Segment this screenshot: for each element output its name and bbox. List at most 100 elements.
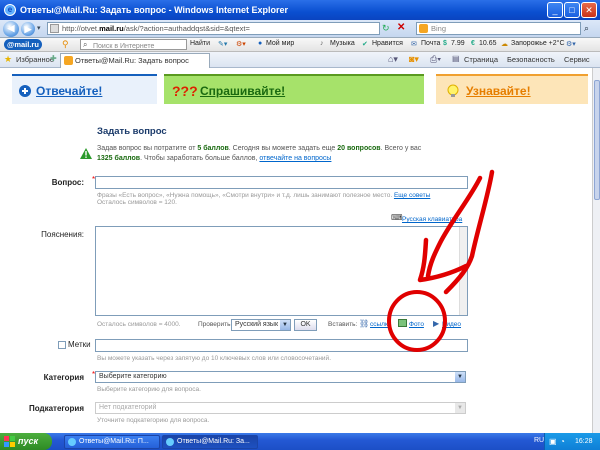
- stop-icon[interactable]: ✕: [397, 22, 409, 34]
- category-label-text: Категория: [43, 373, 84, 382]
- mail-icon: ✉: [411, 41, 417, 48]
- category-select[interactable]: Выберите категорию ▼: [95, 371, 466, 383]
- taskbar-item-2[interactable]: Ответы@Mail.Ru: За...: [162, 435, 258, 449]
- print-icon[interactable]: ⎙▾: [430, 54, 441, 65]
- mail-link[interactable]: Почта: [421, 40, 440, 47]
- check-label: Проверить:: [198, 321, 233, 328]
- learn-banner[interactable]: Узнавайте!: [436, 74, 588, 104]
- tags-checkbox[interactable]: [58, 341, 66, 349]
- tab-current[interactable]: Ответы@Mail.Ru: Задать вопрос: [60, 53, 210, 68]
- tags-hint: Вы можете указать через запятую до 10 кл…: [97, 355, 331, 362]
- euro-icon: €: [471, 40, 475, 47]
- taskbar-item-1[interactable]: Ответы@Mail.Ru: П...: [64, 435, 160, 449]
- subcategory-label-text: Подкатегория: [28, 404, 84, 413]
- answer-icon: [19, 85, 31, 97]
- language-select[interactable]: Русский язык ▼: [231, 319, 291, 331]
- subcategory-value: Нет подкатегорий: [99, 404, 157, 411]
- info-text-4: . Чтобы заработать больше баллов,: [140, 155, 260, 162]
- start-label: пуск: [18, 436, 39, 446]
- usd-rate[interactable]: 7.99: [451, 40, 465, 47]
- favorites-star-icon[interactable]: ★: [4, 54, 12, 65]
- info-warning-icon: [80, 148, 92, 159]
- page-menu-icon: ▤: [452, 54, 460, 63]
- system-tray: ▣ ◔ 16:28: [544, 433, 600, 450]
- info-points: 5 баллов: [197, 145, 229, 152]
- home-icon[interactable]: ⌂▾: [388, 54, 398, 65]
- chevron-down-icon: ▼: [455, 403, 465, 413]
- explain-label: Пояснения:: [20, 230, 84, 239]
- search-placeholder: Bing: [431, 24, 447, 33]
- settings-icon[interactable]: ⚙▾: [566, 40, 576, 48]
- favorites-button[interactable]: Избранное: [16, 55, 54, 64]
- page-menu[interactable]: Страница: [464, 55, 498, 64]
- category-hint: Выберите категорию для вопроса.: [97, 386, 201, 393]
- info-total-points: 1325 баллов: [97, 155, 141, 162]
- url-prefix: http://otvet.: [62, 24, 100, 33]
- subcategory-label: Подкатегория: [10, 404, 84, 413]
- feeds-icon[interactable]: ◙▾: [409, 54, 419, 65]
- ie-logo-icon: e: [4, 4, 16, 16]
- answer-questions-link[interactable]: отвечайте на вопросы: [259, 155, 331, 162]
- taskbar-item-1-label: Ответы@Mail.Ru: П...: [79, 438, 149, 445]
- ie-icon: [68, 438, 76, 446]
- history-dropdown-icon[interactable]: ▾: [37, 24, 41, 32]
- web-search-placeholder: Поиск в Интернете: [93, 43, 155, 50]
- tray-network-icon[interactable]: ▣: [549, 433, 557, 450]
- service-menu[interactable]: Сервис: [564, 55, 590, 64]
- search-input[interactable]: Bing: [416, 22, 581, 35]
- highlight-icon[interactable]: ✎▾: [218, 40, 227, 48]
- forward-icon[interactable]: ▶: [21, 22, 35, 36]
- safety-menu[interactable]: Безопасность: [507, 55, 555, 64]
- info-questions: 20 вопросов: [337, 145, 381, 152]
- language-indicator[interactable]: RU: [534, 437, 544, 444]
- weather-link[interactable]: Запорожье +2°C: [511, 40, 565, 47]
- web-search-input[interactable]: ⌕ Поиск в Интернете: [80, 39, 187, 50]
- dollar-icon: $: [443, 40, 447, 47]
- favorites-bar: ★ Избранное ✚ Ответы@Mail.Ru: Задать воп…: [0, 52, 600, 68]
- add-favorite-icon[interactable]: ✚: [50, 54, 57, 63]
- tray-volume-icon[interactable]: ◔: [560, 433, 565, 450]
- tab-title: Ответы@Mail.Ru: Задать вопрос: [75, 56, 189, 65]
- site-favicon-icon: [64, 56, 73, 65]
- web-page: Отвечайте! ??? Спрашивайте! Узнавайте! З…: [0, 68, 592, 433]
- chevron-down-icon: ▼: [455, 372, 465, 382]
- refresh-icon[interactable]: ↻: [382, 23, 392, 34]
- find-button[interactable]: Найти: [190, 40, 210, 47]
- answer-banner-label: Отвечайте!: [36, 84, 103, 98]
- tags-label: Метки: [68, 340, 91, 349]
- my-world-link[interactable]: Мой мир: [266, 40, 294, 47]
- back-icon[interactable]: ◀: [3, 21, 19, 37]
- music-icon: ♪: [320, 40, 324, 47]
- my-world-icon: ●: [258, 40, 263, 47]
- likes-link[interactable]: Нравится: [372, 40, 403, 47]
- window-title: Ответы@Mail.Ru: Задать вопрос - Windows …: [20, 5, 289, 15]
- category-value: Выберите категорию: [99, 373, 167, 380]
- search-go-icon[interactable]: ⌕: [584, 23, 589, 34]
- windows-flag-icon: [4, 436, 15, 447]
- scrollbar-thumb[interactable]: [594, 80, 600, 200]
- tools-icon[interactable]: ⚙▾: [236, 40, 246, 48]
- close-button[interactable]: ✕: [581, 2, 597, 18]
- minimize-button[interactable]: _: [547, 2, 563, 18]
- start-button[interactable]: пуск: [0, 433, 52, 450]
- search-provider-icon[interactable]: ⚲: [62, 39, 69, 50]
- page-scrollbar[interactable]: [592, 68, 600, 433]
- eur-rate[interactable]: 10.65: [479, 40, 497, 47]
- lightbulb-icon: [447, 84, 459, 97]
- question-remaining: Осталось символов = 120.: [97, 199, 177, 206]
- address-input[interactable]: http://otvet.mail.ru/ask/?action=authadd…: [47, 22, 380, 35]
- ie-icon: [166, 438, 174, 446]
- music-link[interactable]: Музыка: [330, 40, 355, 47]
- clock[interactable]: 16:28: [575, 433, 593, 450]
- address-toolbar: ◀ ▶ ▾ http://otvet.mail.ru/ask/?action=a…: [0, 20, 600, 38]
- answer-banner[interactable]: Отвечайте!: [12, 74, 157, 104]
- learn-banner-label: Узнавайте!: [466, 84, 531, 98]
- ask-banner[interactable]: ??? Спрашивайте!: [164, 74, 424, 104]
- mailru-logo[interactable]: @mail.ru: [4, 39, 42, 50]
- maximize-button[interactable]: □: [564, 2, 580, 18]
- info-text-3: . Всего у вас: [380, 145, 422, 152]
- subcategory-select[interactable]: Нет подкатегорий ▼: [95, 402, 466, 414]
- question-marks-icon: ???: [172, 83, 198, 99]
- ok-button[interactable]: OK: [294, 319, 317, 331]
- chevron-down-icon: ▼: [280, 320, 290, 330]
